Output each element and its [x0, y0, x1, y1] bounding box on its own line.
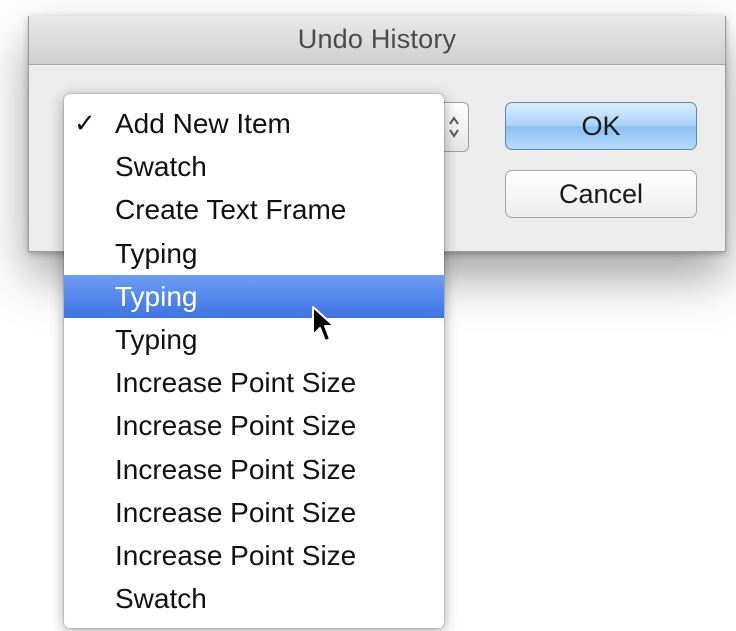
window-title: Undo History: [297, 24, 457, 54]
checkmark-icon: ✓: [74, 108, 96, 138]
menu-item-label: Typing: [115, 280, 198, 312]
cancel-button[interactable]: Cancel: [505, 170, 697, 218]
menu-item-label: Create Text Frame: [115, 194, 347, 226]
ok-button[interactable]: OK: [505, 102, 697, 150]
menu-item[interactable]: Typing: [64, 232, 444, 275]
menu-item-label: Swatch: [115, 151, 207, 183]
menu-item-label: Increase Point Size: [115, 539, 357, 571]
title-bar[interactable]: Undo History: [29, 16, 725, 65]
arrow-cursor-icon: [312, 306, 335, 342]
menu-item[interactable]: Increase Point Size: [64, 361, 444, 404]
menu-item[interactable]: Typing: [64, 274, 444, 318]
menu-item[interactable]: Increase Point Size: [64, 404, 444, 447]
menu-item[interactable]: Swatch: [64, 145, 444, 188]
menu-item[interactable]: Increase Point Size: [64, 491, 444, 534]
menu-item-label: Increase Point Size: [115, 367, 357, 399]
menu-item-label: Increase Point Size: [115, 410, 357, 442]
menu-item[interactable]: Increase Point Size: [64, 448, 444, 491]
menu-item-label: Typing: [115, 237, 198, 269]
menu-item[interactable]: ✓ Add New Item: [64, 102, 444, 145]
chevron-updown-icon: [449, 116, 459, 138]
menu-list: ✓ Add New Item Swatch Create Text Frame Typi…: [64, 102, 444, 620]
menu-item-label: Typing: [115, 323, 198, 355]
menu-item-label: Increase Point Size: [115, 453, 357, 485]
menu-item-label: Swatch: [115, 583, 207, 615]
menu-item-label: Add New Item: [115, 108, 291, 139]
menu-item[interactable]: Increase Point Size: [64, 534, 444, 577]
menu-item[interactable]: Create Text Frame: [64, 188, 444, 231]
menu-item[interactable]: Typing: [64, 318, 444, 361]
undo-history-menu: ✓ Add New Item Swatch Create Text Frame Typi…: [64, 94, 444, 628]
menu-item-label: Increase Point Size: [115, 496, 357, 528]
menu-item[interactable]: Swatch: [64, 577, 444, 620]
